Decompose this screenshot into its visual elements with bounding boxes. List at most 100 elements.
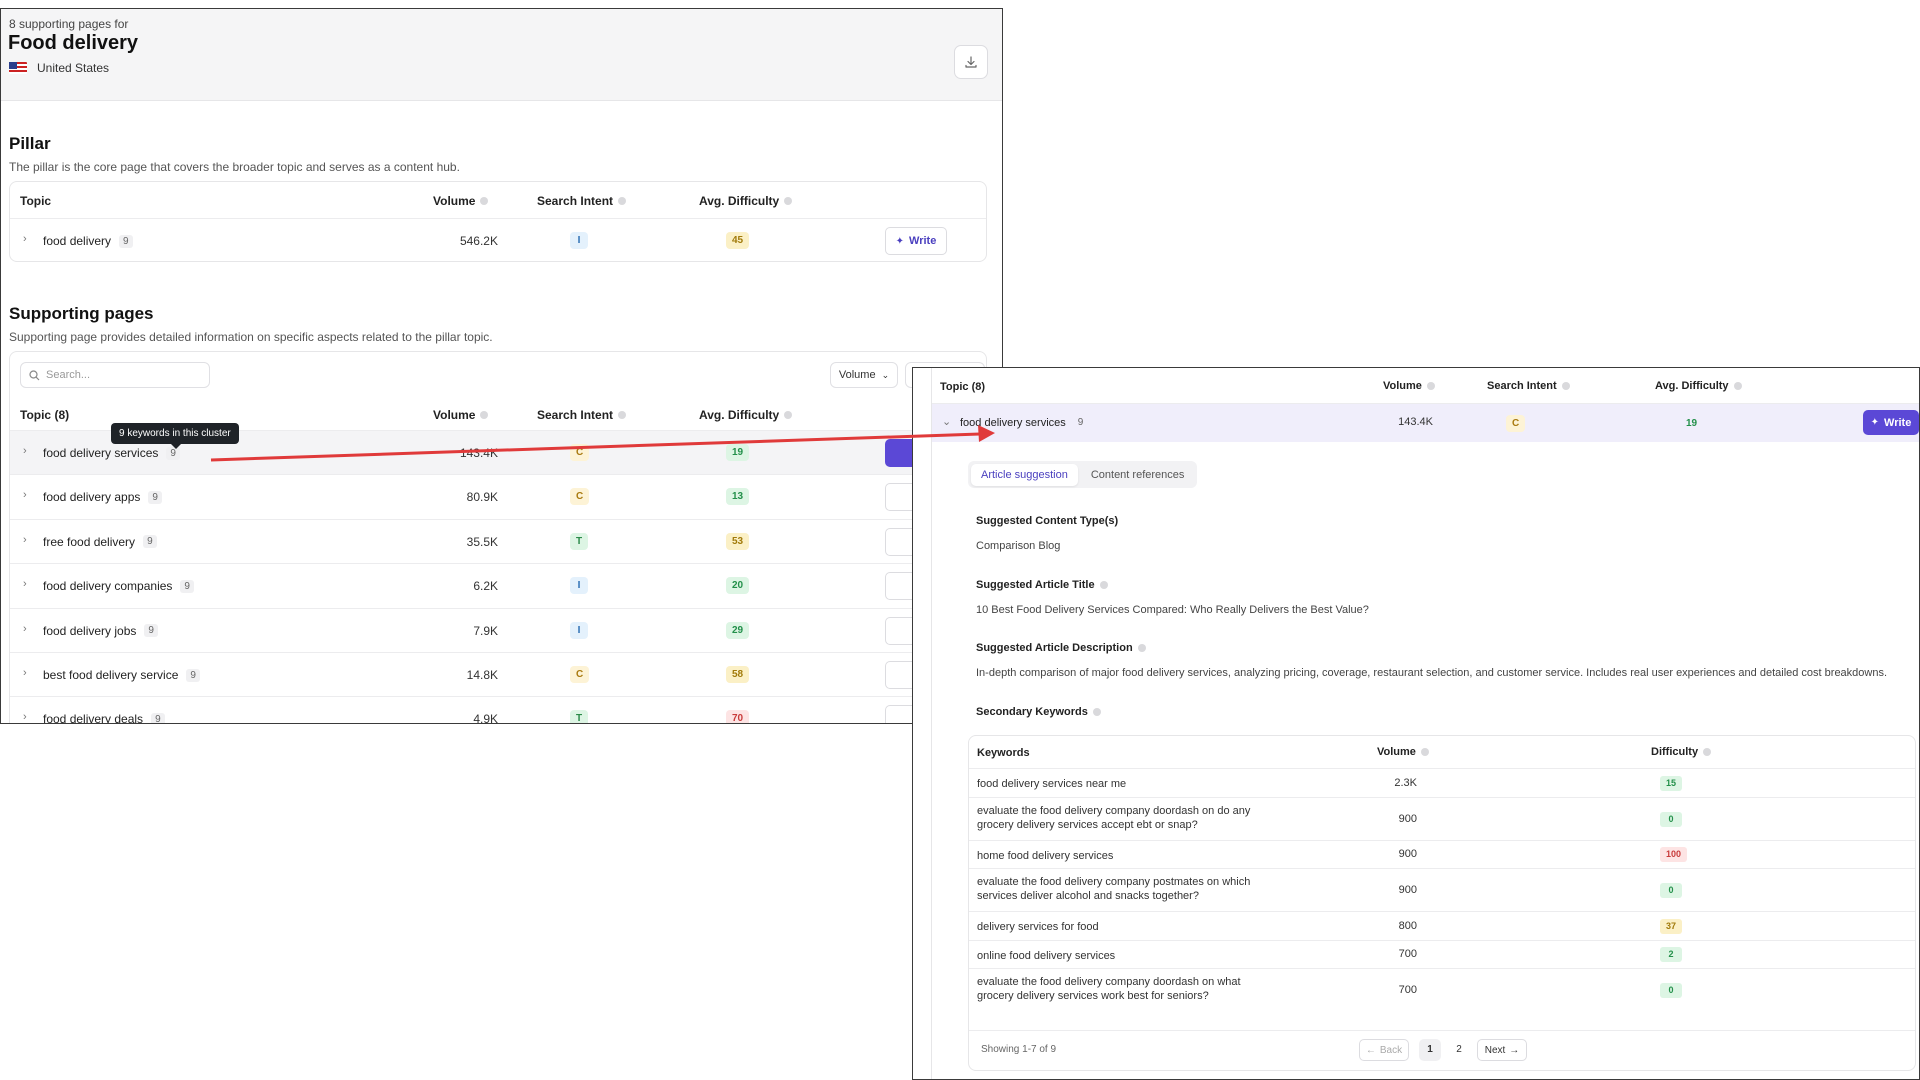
chevron-right-icon[interactable]: › (23, 490, 33, 501)
keyword-row[interactable]: online food delivery services 700 2 (969, 940, 1915, 968)
info-icon[interactable] (1092, 708, 1101, 716)
topic-label: food delivery jobs (43, 623, 137, 638)
back-button[interactable]: ← Back (1359, 1039, 1409, 1061)
col-intent: Search Intent (537, 194, 627, 208)
info-icon[interactable] (1703, 748, 1712, 756)
col-intent-label: Search Intent (537, 408, 614, 422)
topic-cell: food delivery deals 9 (43, 712, 165, 724)
detail-table-header: Topic (8) Volume Search Intent Avg. Diff… (932, 368, 1919, 404)
keyword-count-badge[interactable]: 9 (119, 234, 133, 248)
content-type-value: Comparison Blog (976, 540, 1061, 552)
table-row[interactable]: ›food delivery companies96.2KI20✦ (10, 563, 986, 607)
pillar-row[interactable]: › food delivery 9 546.2K I 45 ✦ Write (10, 218, 986, 262)
difficulty-badge: 53 (726, 532, 750, 550)
topic-label: food delivery companies (43, 579, 173, 594)
page-header: 8 supporting pages for Food delivery Uni… (1, 9, 1002, 101)
volume-cell: 546.2K (459, 234, 498, 248)
col-volume: Volume (1377, 746, 1429, 758)
keyword-count-badge[interactable]: 9 (151, 712, 165, 723)
info-icon[interactable] (1733, 382, 1742, 390)
info-icon[interactable] (784, 197, 793, 205)
info-icon[interactable] (618, 197, 627, 205)
chevron-right-icon[interactable]: › (23, 668, 33, 679)
page-2-button[interactable]: 2 (1448, 1039, 1470, 1061)
info-icon[interactable] (1420, 748, 1429, 756)
intent-badge: C (570, 666, 590, 683)
write-button[interactable]: ✦ Write (1863, 410, 1919, 435)
sort-dropdown[interactable]: Volume ⌄ (830, 362, 898, 388)
keyword-count-badge[interactable]: 9 (148, 490, 162, 504)
col-difficulty: Avg. Difficulty (699, 194, 793, 208)
chevron-down-icon[interactable]: ⌄ (942, 417, 952, 428)
intent-badge: I (570, 621, 588, 639)
article-description-label-text: Suggested Article Description (976, 642, 1133, 654)
download-button[interactable] (954, 45, 988, 79)
intent-badge: T (570, 710, 589, 723)
topic-label: best food delivery service (43, 668, 179, 682)
keyword-count-badge[interactable]: 9 (1074, 416, 1088, 429)
info-icon[interactable] (1137, 644, 1146, 652)
sparkle-icon: ✦ (1870, 417, 1880, 428)
keyword-count-badge[interactable]: 9 (186, 668, 200, 682)
keyword-row[interactable]: evaluate the food delivery company doord… (969, 968, 1915, 1011)
keyword-text: food delivery services near me (977, 778, 1127, 790)
difficulty-badge: 19 (726, 444, 750, 461)
tab-content-references[interactable]: Content references (1081, 464, 1195, 486)
keyword-difficulty-badge: 0 (1660, 883, 1682, 898)
volume-cell: 4.9K (473, 712, 498, 724)
topic-cell: food delivery services 9 (960, 416, 1087, 429)
col-volume-label: Volume (1377, 746, 1416, 758)
info-icon[interactable] (1099, 581, 1108, 589)
secondary-keywords-label: Secondary Keywords (976, 706, 1101, 718)
info-icon[interactable] (618, 411, 627, 419)
col-volume: Volume (433, 194, 489, 208)
keyword-row[interactable]: evaluate the food delivery company postm… (969, 868, 1915, 911)
volume-cell: 35.5K (466, 534, 498, 549)
col-difficulty-label: Avg. Difficulty (1655, 380, 1729, 392)
info-icon[interactable] (480, 197, 489, 205)
volume-cell: 6.2K (473, 579, 498, 594)
col-topic: Topic (8) (940, 381, 986, 393)
keyword-count-badge[interactable]: 9 (144, 624, 158, 638)
keyword-row[interactable]: food delivery services near me 2.3K 15 (969, 768, 1915, 797)
keyword-difficulty-badge: 0 (1660, 983, 1682, 998)
info-icon[interactable] (480, 411, 489, 419)
table-row[interactable]: ›food delivery deals94.9KT70✦ (10, 696, 986, 724)
info-icon[interactable] (1426, 382, 1435, 390)
table-row[interactable]: ›best food delivery service914.8KC58✦ (10, 652, 986, 696)
page-1-button[interactable]: 1 (1419, 1039, 1441, 1061)
keyword-text: delivery services for food (977, 921, 1099, 933)
chevron-right-icon[interactable]: › (23, 446, 33, 457)
chevron-right-icon[interactable]: › (23, 234, 33, 245)
info-icon[interactable] (1561, 382, 1570, 390)
pagination: Showing 1-7 of 9 ← Back 1 2 Next → (969, 1030, 1915, 1070)
info-icon[interactable] (784, 411, 793, 419)
table-row[interactable]: ›food delivery jobs97.9KI29✦ (10, 607, 986, 652)
chevron-right-icon[interactable]: › (23, 712, 33, 723)
table-row[interactable]: ›food delivery apps980.9KC13✦ (10, 474, 986, 518)
tab-article-suggestion[interactable]: Article suggestion (971, 463, 1078, 486)
topic-cell: food delivery apps 9 (43, 490, 162, 504)
keyword-count-badge[interactable]: 9 (180, 579, 194, 593)
keyword-count-badge[interactable]: 9 (143, 535, 157, 549)
article-title-label-text: Suggested Article Title (976, 579, 1095, 591)
expanded-topic-row[interactable]: ⌄ food delivery services 9 143.4K C 19 ✦ W… (932, 404, 1919, 442)
expanded-topic-panel: Topic (8) Volume Search Intent Avg. Diff… (912, 367, 1920, 1080)
topic-label: food delivery deals (43, 712, 144, 724)
supporting-description: Supporting page provides detailed inform… (9, 330, 493, 344)
keyword-text: online food delivery services (977, 950, 1116, 962)
keyword-row[interactable]: home food delivery services 900 100 (969, 840, 1915, 868)
supporting-title: Supporting pages (9, 304, 154, 323)
chevron-right-icon[interactable]: › (23, 534, 33, 545)
keyword-row[interactable]: delivery services for food 800 37 (969, 911, 1915, 940)
next-button[interactable]: Next → (1477, 1039, 1527, 1061)
search-input[interactable]: Search... (20, 362, 210, 388)
country-selector: United States (9, 61, 109, 75)
keyword-row[interactable]: evaluate the food delivery company doord… (969, 797, 1915, 840)
intent-badge: C (570, 488, 590, 506)
table-row[interactable]: ›free food delivery935.5KT53✦ (10, 518, 986, 563)
chevron-right-icon[interactable]: › (23, 623, 33, 634)
chevron-right-icon[interactable]: › (23, 579, 33, 590)
write-button[interactable]: ✦ Write (885, 227, 947, 255)
arrow-right-icon: → (1509, 1044, 1520, 1056)
